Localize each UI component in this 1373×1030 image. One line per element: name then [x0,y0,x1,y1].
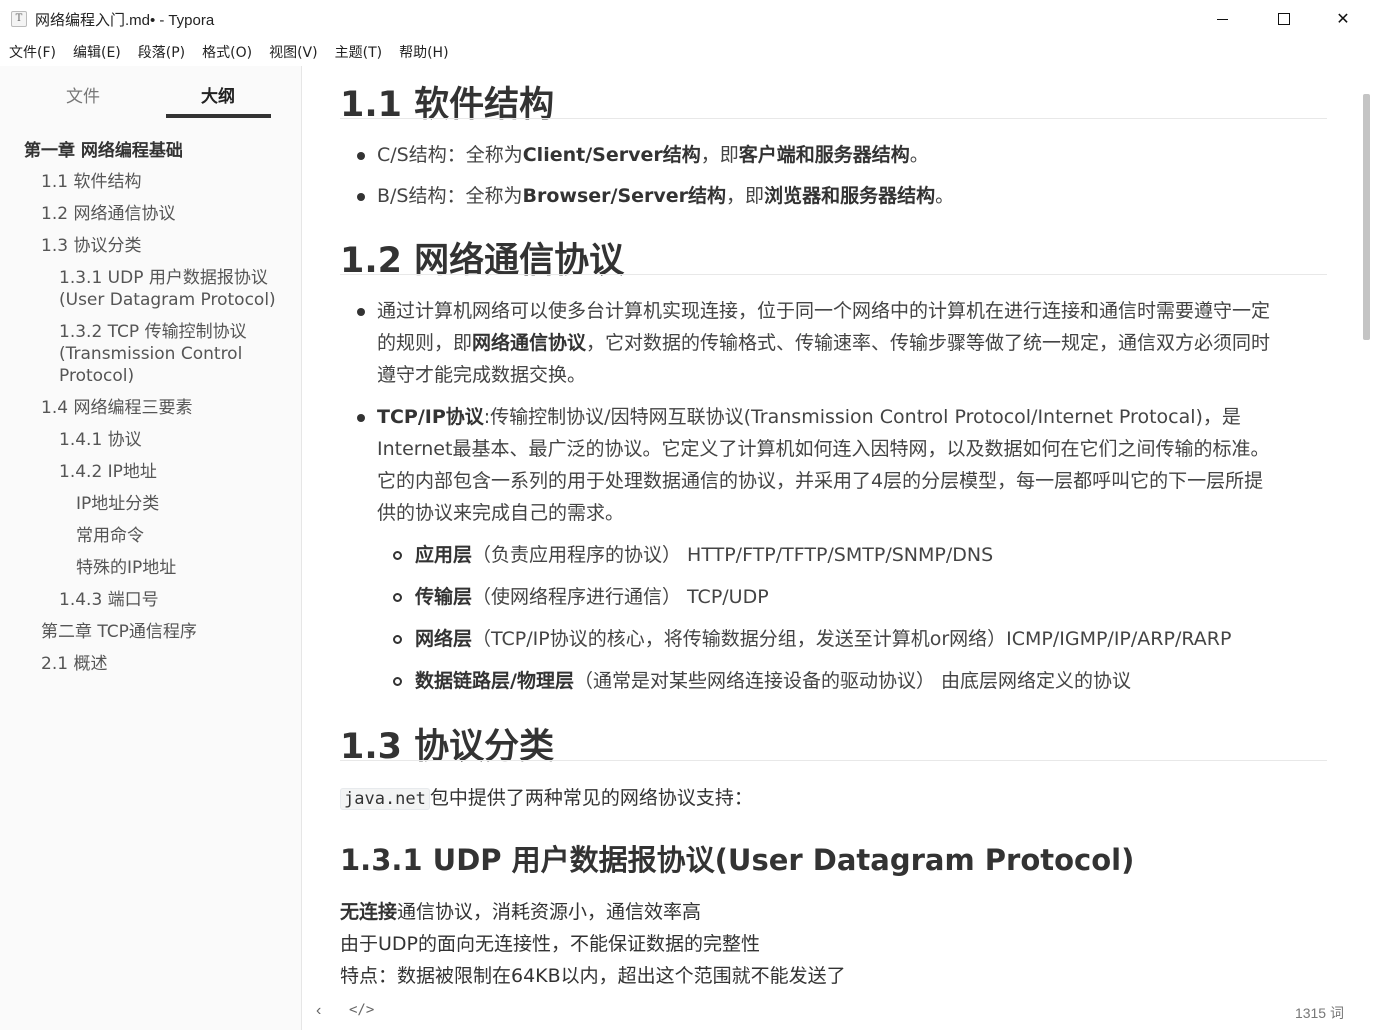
scroll-thumb[interactable] [1363,94,1370,340]
minimize-icon [1216,18,1228,20]
heading-1-1: 1.1 软件结构 [340,85,555,125]
title-bar: T 网络编程入门.md• - Typora ✕ [0,0,1373,38]
list-item-net-protocol: 通过计算机网络可以使多台计算机实现连接，位于同一个网络中的计算机在进行连接和通信… [377,300,1271,386]
maximize-button[interactable] [1261,0,1307,38]
paragraph-udp: 无连接通信协议，消耗资源小，通信效率高 由于UDP的面向无连接性，不能保证数据的… [340,901,846,987]
tab-files[interactable]: 文件 [66,82,100,107]
circle-bullet-icon [393,551,402,560]
sidebar-tabs: 文件 大纲 [0,66,302,122]
heading-divider [340,760,1327,761]
outline-item[interactable]: 常用命令 [76,525,144,547]
menu-bar: 文件(F) 编辑(E) 段落(P) 格式(O) 视图(V) 主题(T) 帮助(H… [0,38,1373,66]
editor-content[interactable]: 1.1 软件结构 C/S结构：全称为Client/Server结构，即客户端和服… [303,66,1358,994]
outline-item[interactable]: 1.1 软件结构 [41,171,141,193]
circle-bullet-icon [393,593,402,602]
active-tab-indicator [166,114,271,118]
chevron-left-icon[interactable]: ‹ [316,1002,321,1020]
outline-item[interactable]: 1.4.1 协议 [59,429,142,451]
menu-theme[interactable]: 主题(T) [335,42,382,62]
menu-format[interactable]: 格式(O) [202,42,252,62]
menu-view[interactable]: 视图(V) [269,42,318,62]
heading-1-3-1: 1.3.1 UDP 用户数据报协议(User Datagram Protocol… [340,843,1135,877]
layer-item: 传输层（使网络程序进行通信） TCP/UDP [415,586,769,608]
layer-item: 网络层（TCP/IP协议的核心，将传输数据分组，发送至计算机or网络）ICMP/… [415,628,1232,650]
bullet-icon [357,308,365,316]
list-item-bs: B/S结构：全称为Browser/Server结构，即浏览器和服务器结构。 [377,185,955,207]
typora-app-icon: T [11,11,27,27]
word-count[interactable]: 1315 词 [1295,1003,1344,1023]
outline-item[interactable]: 第一章 网络编程基础 [24,140,183,162]
outline-item[interactable]: 1.2 网络通信协议 [41,203,175,225]
menu-file[interactable]: 文件(F) [9,42,56,62]
menu-help[interactable]: 帮助(H) [399,42,448,62]
vertical-scrollbar[interactable] [1360,66,1373,1030]
heading-1-2: 1.2 网络通信协议 [340,241,625,281]
layer-item: 应用层（负责应用程序的协议） HTTP/FTP/TFTP/SMTP/SNMP/D… [415,544,994,566]
circle-bullet-icon [393,635,402,644]
layer-item: 数据链路层/物理层（通常是对某些网络连接设备的驱动协议） 由底层网络定义的协议 [415,670,1131,692]
tab-outline[interactable]: 大纲 [201,82,235,107]
heading-divider [340,118,1327,119]
menu-paragraph[interactable]: 段落(P) [138,42,185,62]
window-title: 网络编程入门.md• - Typora [35,12,215,29]
status-bar: ‹ </> 1315 词 [303,994,1360,1030]
bullet-icon [357,193,365,201]
maximize-icon [1278,13,1290,25]
sidebar: 文件 大纲 第一章 网络编程基础 1.1 软件结构 1.2 网络通信协议 1.3… [0,66,302,1030]
close-button[interactable]: ✕ [1320,0,1366,38]
outline-item[interactable]: 1.4.2 IP地址 [59,461,157,483]
heading-1-3: 1.3 协议分类 [340,727,555,767]
paragraph-javanet: java.net 包中提供了两种常见的网络协议支持： [340,782,753,815]
menu-edit[interactable]: 编辑(E) [73,42,121,62]
outline-item[interactable]: 1.3.2 TCP 传输控制协议 (Transmission Control P… [59,321,247,387]
heading-divider [340,274,1327,275]
circle-bullet-icon [393,677,402,686]
outline-item[interactable]: 特殊的IP地址 [76,557,176,579]
outline-item[interactable]: 1.4 网络编程三要素 [41,397,192,419]
inline-code: java.net [340,788,430,810]
list-item-cs: C/S结构：全称为Client/Server结构，即客户端和服务器结构。 [377,144,929,166]
outline-item[interactable]: 1.3.1 UDP 用户数据报协议 (User Datagram Protoco… [59,267,276,311]
minimize-button[interactable] [1199,0,1245,38]
source-code-icon[interactable]: </> [349,1002,374,1018]
close-icon: ✕ [1336,11,1350,28]
outline-item[interactable]: 1.3 协议分类 [41,235,141,257]
outline-item[interactable]: 2.1 概述 [41,653,107,675]
bullet-icon [357,152,365,160]
outline-item[interactable]: 1.4.3 端口号 [59,589,159,611]
list-item-tcpip: TCP/IP协议:传输控制协议/因特网互联协议(Transmission Con… [377,406,1270,524]
outline-item[interactable]: IP地址分类 [76,493,159,515]
outline-item[interactable]: 第二章 TCP通信程序 [41,621,197,643]
bullet-icon [357,414,365,422]
